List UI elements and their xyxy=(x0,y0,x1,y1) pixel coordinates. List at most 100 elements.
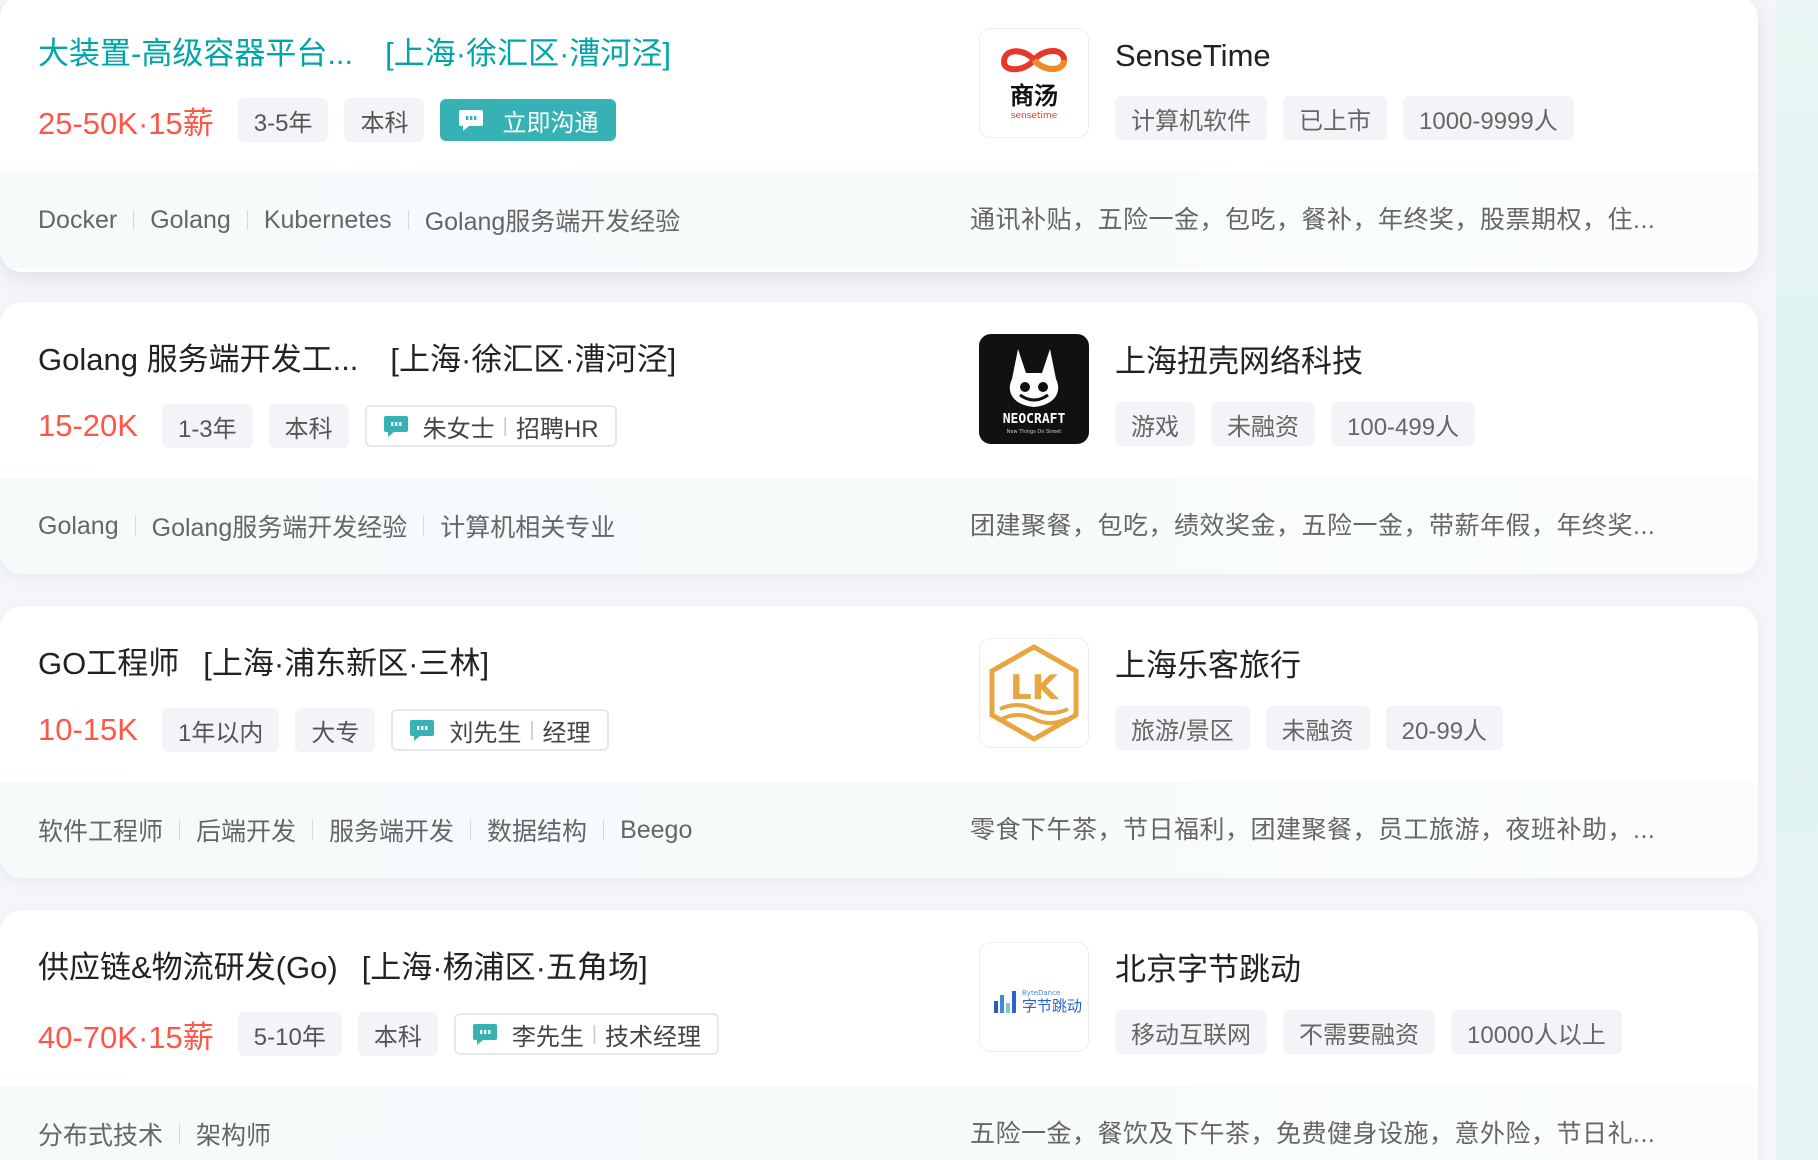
welfare-list: 零食下午茶，节日福利，团建聚餐，员工旅游，夜班补助，... xyxy=(970,816,1656,844)
salary: 15-20K xyxy=(38,408,138,443)
job-card[interactable]: Golang 服务端开发工... [上海·徐汇区·漕河泾] 15-20K 1-3年… xyxy=(0,302,1758,574)
size-tag: 20-99人 xyxy=(1385,706,1504,750)
salary: 40-70K·15薪 xyxy=(38,1019,214,1055)
funding-tag: 未融资 xyxy=(1265,706,1370,750)
job-location: [上海·浦东新区·三林] xyxy=(203,646,490,681)
skill-tags: Docker Golang Kubernetes Golang服务端开发经验 xyxy=(38,202,680,238)
recruiter-role: 招聘HR xyxy=(515,415,599,443)
job-card-footer: 分布式技术 架构师 五险一金，餐饮及下午茶，免费健身设施，意外险，节日礼... xyxy=(0,1086,1758,1160)
funding-tag: 已上市 xyxy=(1283,96,1387,140)
industry-tag: 旅游/景区 xyxy=(1115,706,1250,750)
job-location: [上海·杨浦区·五角场] xyxy=(361,950,648,985)
company-logo[interactable]: NEOCRAFT New Things On Street xyxy=(979,334,1089,444)
job-info-row: 10-15K 1年以内 大专 刘先生 | 经理 xyxy=(38,708,609,752)
company-logo[interactable]: ByteDance 字节跳动 xyxy=(979,942,1089,1052)
chat-bubble-icon xyxy=(383,414,409,438)
job-card-footer: Golang Golang服务端开发经验 计算机相关专业 团建聚餐，包吃，绩效奖… xyxy=(0,478,1758,574)
company-name[interactable]: SenseTime xyxy=(1115,34,1271,78)
company-name[interactable]: 北京字节跳动 xyxy=(1115,948,1301,992)
svg-text:NEOCRAFT: NEOCRAFT xyxy=(1003,412,1066,427)
recruiter-role: 技术经理 xyxy=(605,1023,702,1051)
degree-tag: 本科 xyxy=(344,98,425,142)
svg-text:字节跳动: 字节跳动 xyxy=(1022,997,1082,1015)
skill-tag: 数据结构 xyxy=(487,818,588,846)
svg-text:ByteDance: ByteDance xyxy=(1022,989,1060,997)
job-card[interactable]: GO工程师 [上海·浦东新区·三林] 10-15K 1年以内 大专 刘先生 | 经理 … xyxy=(0,606,1758,878)
skill-tag: 后端开发 xyxy=(196,818,297,846)
svg-text:商汤: 商汤 xyxy=(1010,82,1058,110)
skill-tag: Golang服务端开发经验 xyxy=(424,208,681,236)
skill-tags: 分布式技术 架构师 xyxy=(38,1116,271,1152)
skill-tags: 软件工程师 后端开发 服务端开发 数据结构 Beego xyxy=(38,812,692,848)
job-name[interactable]: 大装置-高级容器平台... xyxy=(38,36,353,71)
chat-now-button[interactable]: 立即沟通 xyxy=(440,99,617,141)
industry-tag: 计算机软件 xyxy=(1115,96,1267,140)
job-title[interactable]: 大装置-高级容器平台... [上海·徐汇区·漕河泾] xyxy=(38,32,671,76)
recruiter-role: 经理 xyxy=(542,719,591,747)
company-logo[interactable]: LK xyxy=(979,638,1089,748)
recruiter-name: 刘先生 xyxy=(449,719,522,747)
job-title[interactable]: GO工程师 [上海·浦东新区·三林] xyxy=(38,642,489,686)
skill-tag: 软件工程师 xyxy=(38,818,164,846)
job-title[interactable]: Golang 服务端开发工... [上海·徐汇区·漕河泾] xyxy=(38,338,676,382)
job-name[interactable]: GO工程师 xyxy=(38,646,179,681)
skill-tag: 计算机相关专业 xyxy=(440,514,616,542)
job-card-footer: Docker Golang Kubernetes Golang服务端开发经验 通… xyxy=(0,172,1758,268)
size-tag: 10000人以上 xyxy=(1451,1010,1622,1054)
degree-tag: 本科 xyxy=(268,404,349,448)
funding-tag: 未融资 xyxy=(1211,402,1315,446)
salary: 25-50K·15薪 xyxy=(38,105,214,141)
chat-bubble-icon xyxy=(472,1022,498,1046)
degree-tag: 本科 xyxy=(357,1012,438,1056)
recruiter-name: 朱女士 xyxy=(422,415,495,443)
job-info-row: 40-70K·15薪 5-10年 本科 李先生 | 技术经理 xyxy=(38,1012,720,1056)
experience-tag: 5-10年 xyxy=(237,1012,342,1056)
welfare-list: 团建聚餐，包吃，绩效奖金，五险一金，带薪年假，年终奖... xyxy=(970,512,1656,540)
job-name[interactable]: Golang 服务端开发工... xyxy=(38,342,358,377)
chat-bubble-icon xyxy=(409,718,435,742)
size-tag: 100-499人 xyxy=(1331,402,1476,446)
recruiter-contact[interactable]: 李先生 | 技术经理 xyxy=(453,1013,720,1055)
job-card[interactable]: 供应链&物流研发(Go) [上海·杨浦区·五角场] 40-70K·15薪 5-10… xyxy=(0,910,1758,1160)
svg-text:LK: LK xyxy=(1010,668,1060,708)
industry-tag: 游戏 xyxy=(1115,402,1195,446)
company-tags: 计算机软件 已上市 1000-9999人 xyxy=(1115,96,1590,140)
skill-tag: Golang xyxy=(150,205,231,234)
job-title[interactable]: 供应链&物流研发(Go) [上海·杨浦区·五角场] xyxy=(38,946,648,990)
company-tags: 移动互联网 不需要融资 10000人以上 xyxy=(1115,1010,1638,1054)
job-location: [上海·徐汇区·漕河泾] xyxy=(390,342,677,377)
skill-tag: 分布式技术 xyxy=(38,1122,164,1150)
funding-tag: 不需要融资 xyxy=(1283,1010,1435,1054)
recruiter-contact[interactable]: 朱女士 | 招聘HR xyxy=(364,405,617,447)
skill-tag: Docker xyxy=(38,205,118,234)
skill-tag: 服务端开发 xyxy=(329,818,455,846)
chat-now-label: 立即沟通 xyxy=(502,109,599,137)
skill-tag: Golang xyxy=(38,511,119,540)
chat-bubble-icon xyxy=(458,108,484,132)
company-name[interactable]: 上海扭壳网络科技 xyxy=(1115,340,1363,384)
job-info-row: 25-50K·15薪 3-5年 本科 立即沟通 xyxy=(38,98,617,142)
size-tag: 1000-9999人 xyxy=(1403,96,1574,140)
job-card-footer: 软件工程师 后端开发 服务端开发 数据结构 Beego 零食下午茶，节日福利，团… xyxy=(0,782,1758,878)
company-name[interactable]: 上海乐客旅行 xyxy=(1115,644,1301,688)
svg-text:New Things On Street: New Things On Street xyxy=(1007,429,1062,435)
svg-text:sensetime: sensetime xyxy=(1011,111,1058,121)
job-card[interactable]: 大装置-高级容器平台... [上海·徐汇区·漕河泾] 25-50K·15薪 3-5… xyxy=(0,0,1758,272)
company-logo[interactable]: 商汤 sensetime xyxy=(979,28,1089,138)
company-tags: 游戏 未融资 100-499人 xyxy=(1115,402,1491,446)
recruiter-contact[interactable]: 刘先生 | 经理 xyxy=(391,709,609,751)
experience-tag: 1-3年 xyxy=(161,404,253,448)
experience-tag: 1年以内 xyxy=(161,708,280,752)
skill-tag: Beego xyxy=(620,815,693,844)
skill-tag: 架构师 xyxy=(196,1122,272,1150)
job-name[interactable]: 供应链&物流研发(Go) xyxy=(38,950,338,985)
welfare-list: 五险一金，餐饮及下午茶，免费健身设施，意外险，节日礼... xyxy=(970,1120,1656,1148)
degree-tag: 大专 xyxy=(295,708,376,752)
page-side-strip xyxy=(1776,0,1818,1160)
salary: 10-15K xyxy=(38,712,138,747)
job-info-row: 15-20K 1-3年 本科 朱女士 | 招聘HR xyxy=(38,404,617,448)
welfare-list: 通讯补贴，五险一金，包吃，餐补，年终奖，股票期权，住... xyxy=(970,206,1656,234)
skill-tag: Golang服务端开发经验 xyxy=(151,514,408,542)
experience-tag: 3-5年 xyxy=(237,98,329,142)
job-location: [上海·徐汇区·漕河泾] xyxy=(385,36,672,71)
